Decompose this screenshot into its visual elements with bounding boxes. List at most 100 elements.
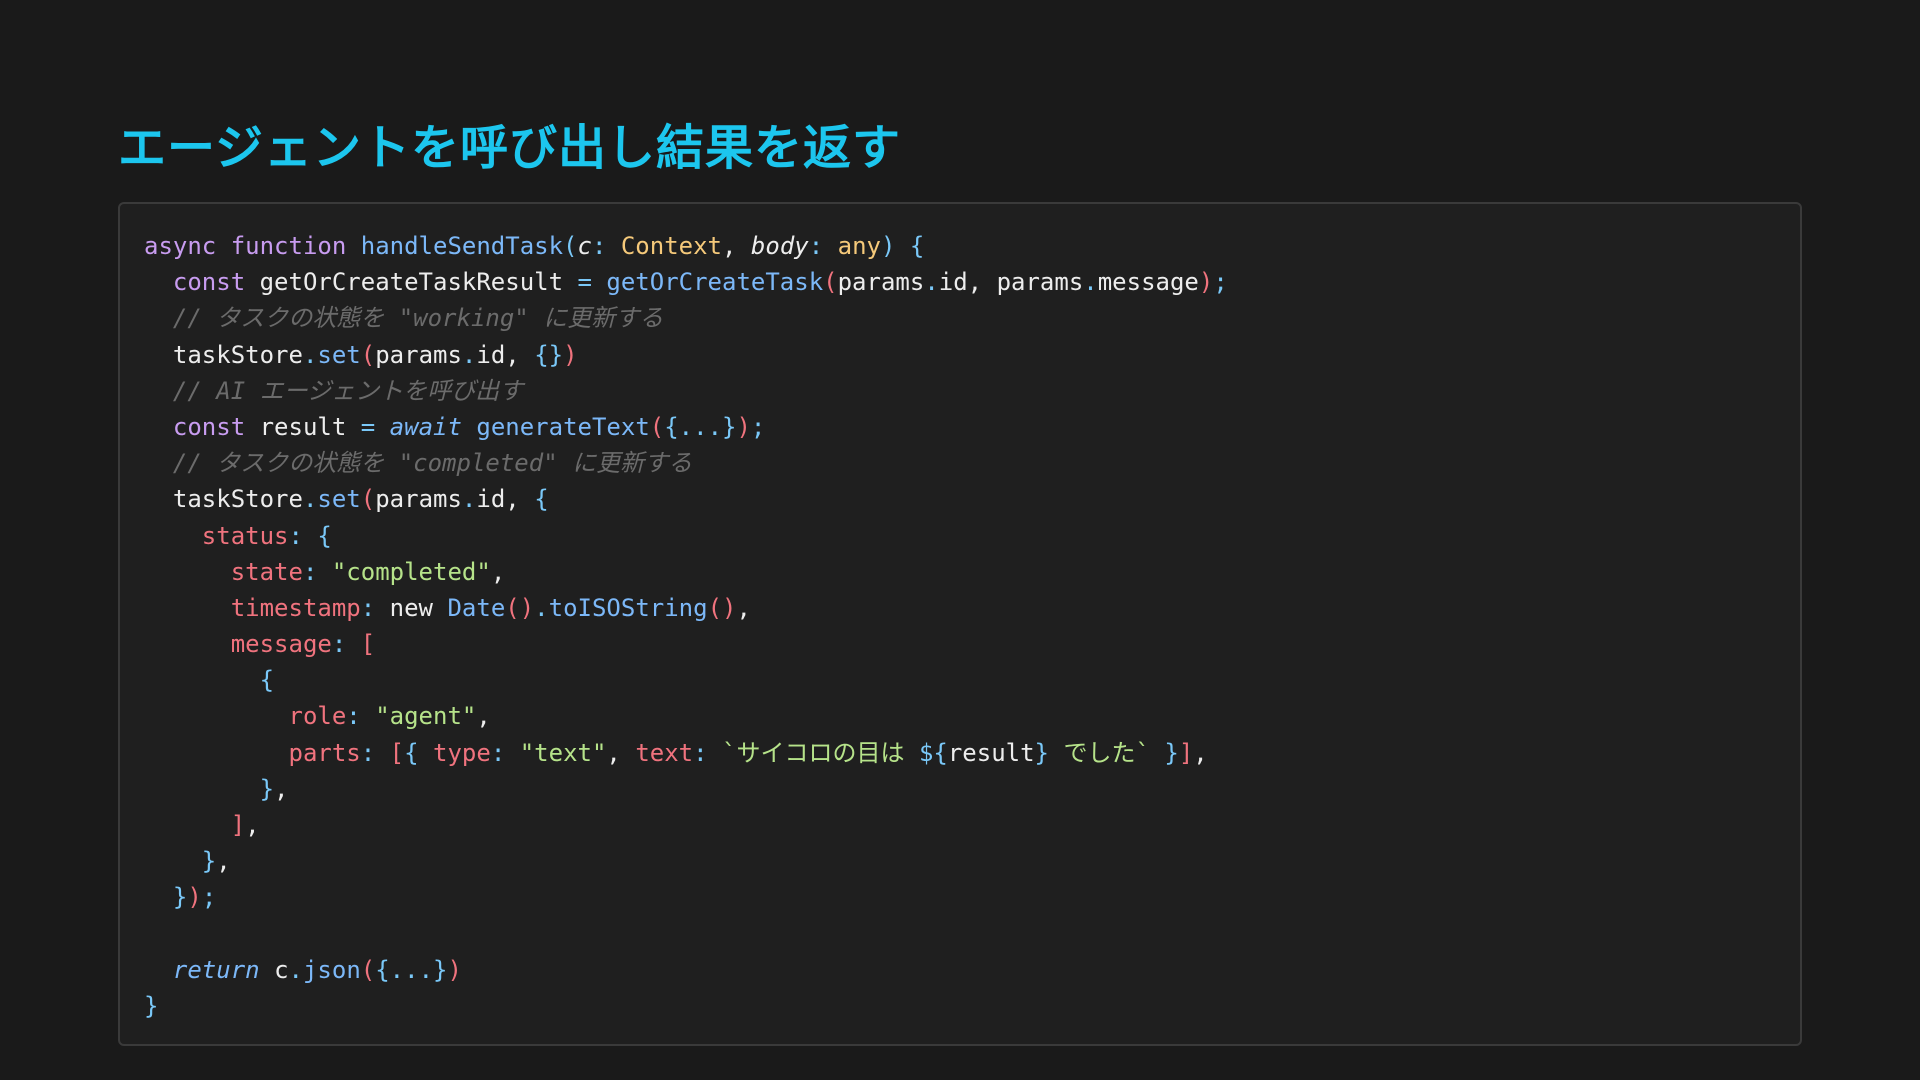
code-token: parts [288, 738, 361, 767]
code-line: ], [144, 807, 1228, 843]
code-token: new [389, 593, 434, 622]
code-line: parts: [{ type: "text", text: `サイコロの目は $… [144, 735, 1228, 771]
code-line: async function handleSendTask(c: Context… [144, 228, 1228, 264]
code-token: toISOString [548, 593, 708, 622]
code-token: : [808, 232, 838, 260]
code-line: }); [144, 879, 1228, 915]
code-line: state: "completed", [144, 554, 1228, 590]
code-token: Date [447, 593, 506, 622]
code-token: . [302, 485, 318, 514]
code-token: params [375, 485, 462, 514]
code-token: id [938, 268, 968, 297]
code-token: message [1097, 268, 1199, 297]
code-token: result [259, 412, 347, 441]
code-line: timestamp: new Date().toISOString(), [144, 590, 1228, 626]
code-token: . [288, 955, 303, 984]
code-token: params [996, 268, 1084, 297]
code-token: getOrCreateTaskResult [259, 268, 564, 297]
code-token: ( [360, 485, 376, 514]
code-token: , [245, 811, 260, 839]
code-token: // タスクの状態を "completed" に更新する [172, 449, 693, 478]
code-token: } [1034, 738, 1049, 767]
code-line: // AI エージェントを呼び出す [144, 373, 1228, 409]
code-token: timestamp [230, 593, 361, 622]
code-token: status [201, 521, 289, 550]
code-token: taskStore [172, 340, 303, 369]
code-token: "text" [519, 738, 607, 767]
code-line: const result = await generateText({...})… [144, 409, 1228, 445]
code-token: } [201, 847, 217, 876]
code-token: {} [534, 340, 564, 369]
code-token: でした` [1049, 738, 1150, 767]
code-token: c [577, 232, 592, 260]
code-token: ${ [918, 738, 948, 767]
code-token: ; [201, 883, 217, 912]
code-token: {...} [375, 955, 448, 984]
code-token: : [302, 557, 332, 586]
code-line: taskStore.set(params.id, {}) [144, 337, 1228, 373]
code-token: json [302, 955, 361, 984]
code-line: message: [ [144, 626, 1228, 662]
code-token: ) [187, 883, 202, 912]
code-token: [ [360, 630, 376, 659]
code-token: message [230, 630, 332, 659]
code-token: : [346, 702, 376, 731]
code-token: { [259, 666, 275, 695]
code-line: // タスクの状態を "working" に更新する [144, 300, 1228, 336]
code-token: } [144, 991, 159, 1020]
code-token: function [230, 232, 347, 260]
slide-title: エージェントを呼び出し結果を返す [118, 120, 902, 176]
code-token: any [837, 232, 881, 260]
code-token: ) [880, 232, 896, 260]
code-token: ] [230, 811, 246, 839]
code-token: Context [620, 232, 723, 260]
code-token: , [216, 847, 231, 876]
code-token: await [389, 412, 462, 441]
code-token: { [317, 521, 332, 550]
code-line: role: "agent", [144, 698, 1228, 734]
code-token: async [144, 232, 217, 260]
code-line: }, [144, 843, 1228, 879]
code-token: ) [1198, 268, 1214, 297]
code-token: () [707, 593, 737, 622]
code-token: id [476, 485, 506, 514]
code-token: ( [360, 955, 376, 984]
code-token: "completed" [331, 557, 491, 586]
code-line: { [144, 662, 1228, 698]
code-token: = [346, 412, 390, 441]
code-token: : [360, 593, 390, 622]
code-token: handleSendTask [360, 232, 564, 260]
code-token: , [274, 774, 289, 803]
code-token: : [490, 738, 520, 767]
code-token: : [331, 630, 361, 659]
code-token: , [606, 738, 636, 767]
code-token: set [317, 340, 361, 369]
code-line: const getOrCreateTaskResult = getOrCreat… [144, 264, 1228, 300]
code-token: ) [447, 955, 462, 984]
code-token: ; [1213, 268, 1228, 297]
code-token: : [288, 521, 318, 550]
code-line: }, [144, 771, 1228, 807]
code-token: set [317, 485, 361, 514]
code-token: . [461, 340, 477, 369]
code-token: "agent" [375, 702, 477, 731]
code-token: type [433, 738, 491, 767]
